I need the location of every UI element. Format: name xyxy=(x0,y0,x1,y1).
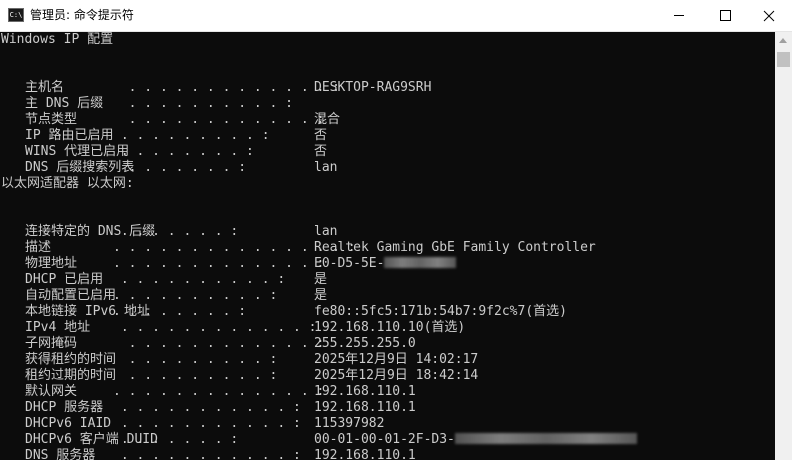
cmd-icon: C:\ xyxy=(8,8,24,22)
minimize-button[interactable] xyxy=(656,0,702,31)
adapter-line-dhcpv6-duid: DHCPv6 客户端 DUID . . . . . . . :00-01-00-… xyxy=(1,416,637,447)
vertical-scrollbar[interactable] xyxy=(775,32,792,460)
adapter-line-lease-expires: 租约过期的时间 . . . . . . . . . :2025年12月9日 18… xyxy=(25,368,479,383)
title-bar[interactable]: C:\ 管理员: 命令提示符 xyxy=(0,0,792,32)
adapter-line-dhcpv6-iaid: DHCPv6 IAID . . . . . . . . . . . :11539… xyxy=(25,416,385,431)
config-line-ip-routing: IP 路由已启用 . . . . . . . . . :否 xyxy=(25,128,328,143)
adapter-line-subnet-mask: 子网掩码 . . . . . . . . . . . . :255.255.25… xyxy=(25,336,416,351)
config-line-node-type: 节点类型 . . . . . . . . . . . . : 混合 xyxy=(25,112,341,127)
redacted-mac xyxy=(384,257,457,268)
redacted-duid xyxy=(454,433,637,444)
console-output[interactable]: Windows IP 配置 主机名 . . . . . . . . . . . … xyxy=(0,32,775,460)
ip-config-header: Windows IP 配置 xyxy=(1,32,114,47)
scrollbar-thumb[interactable] xyxy=(777,52,790,67)
adapter-line-dhcp-server: DHCP 服务器 . . . . . . . . . . . :192.168.… xyxy=(25,400,416,415)
minimize-icon xyxy=(674,15,684,16)
adapter-line-ipv4: IPv4 地址 . . . . . . . . . . . . :192.168… xyxy=(25,320,466,335)
adapter-line-lease-obtained: 获得租约的时间 . . . . . . . . . :2025年12月9日 14… xyxy=(25,352,479,367)
adapter-line-autoconfig: 自动配置已启用. . . . . . . . . . :是 xyxy=(25,288,328,303)
maximize-button[interactable] xyxy=(702,0,748,31)
adapter-header: 以太网适配器 以太网: xyxy=(1,176,134,191)
maximize-icon xyxy=(719,10,731,21)
adapter-line-physical-address: 物理地址. . . . . . . . . . . . . : E0-D5-5E- xyxy=(1,240,457,271)
window-title: 管理员: 命令提示符 xyxy=(30,8,134,22)
cmd-window: C:\ 管理员: 命令提示符 Windows IP 配置 主机名 . . . .… xyxy=(0,0,792,460)
config-line-dns-suffix-search: DNS 后缀搜索列表 . . . . . . . : lan xyxy=(25,160,338,175)
adapter-line-conn-dns-suffix: 连接特定的 DNS 后缀 . . . . . . . : lan xyxy=(25,224,338,239)
close-icon xyxy=(763,10,775,21)
config-line-wins-proxy: WINS 代理已启用 . . . . . . . . :否 xyxy=(25,144,328,159)
adapter-line-description: 描述. . . . . . . . . . . . . . . : Realtek… xyxy=(25,240,596,255)
adapter-line-dns-servers: DNS 服务器 . . . . . . . . . . . :192.168.1… xyxy=(25,448,416,460)
scroll-up-arrow-icon[interactable] xyxy=(779,38,787,43)
adapter-line-dhcp-enabled: DHCP 已启用 . . . . . . . . . . :是 xyxy=(25,272,328,287)
config-line-primary-dns-suffix: 主 DNS 后缀 . . . . . . . . . . : xyxy=(25,96,294,111)
adapter-line-ipv6: 本地链接 IPv6 地址. . . . . . . . : fe80::5fc5:… xyxy=(25,304,567,319)
adapter-line-default-gateway: 默认网关. . . . . . . . . . . . . :192.168.1… xyxy=(25,384,416,399)
close-button[interactable] xyxy=(746,0,792,31)
config-line-hostname: 主机名 . . . . . . . . . . . . . : DESKTOP-R… xyxy=(25,80,432,95)
